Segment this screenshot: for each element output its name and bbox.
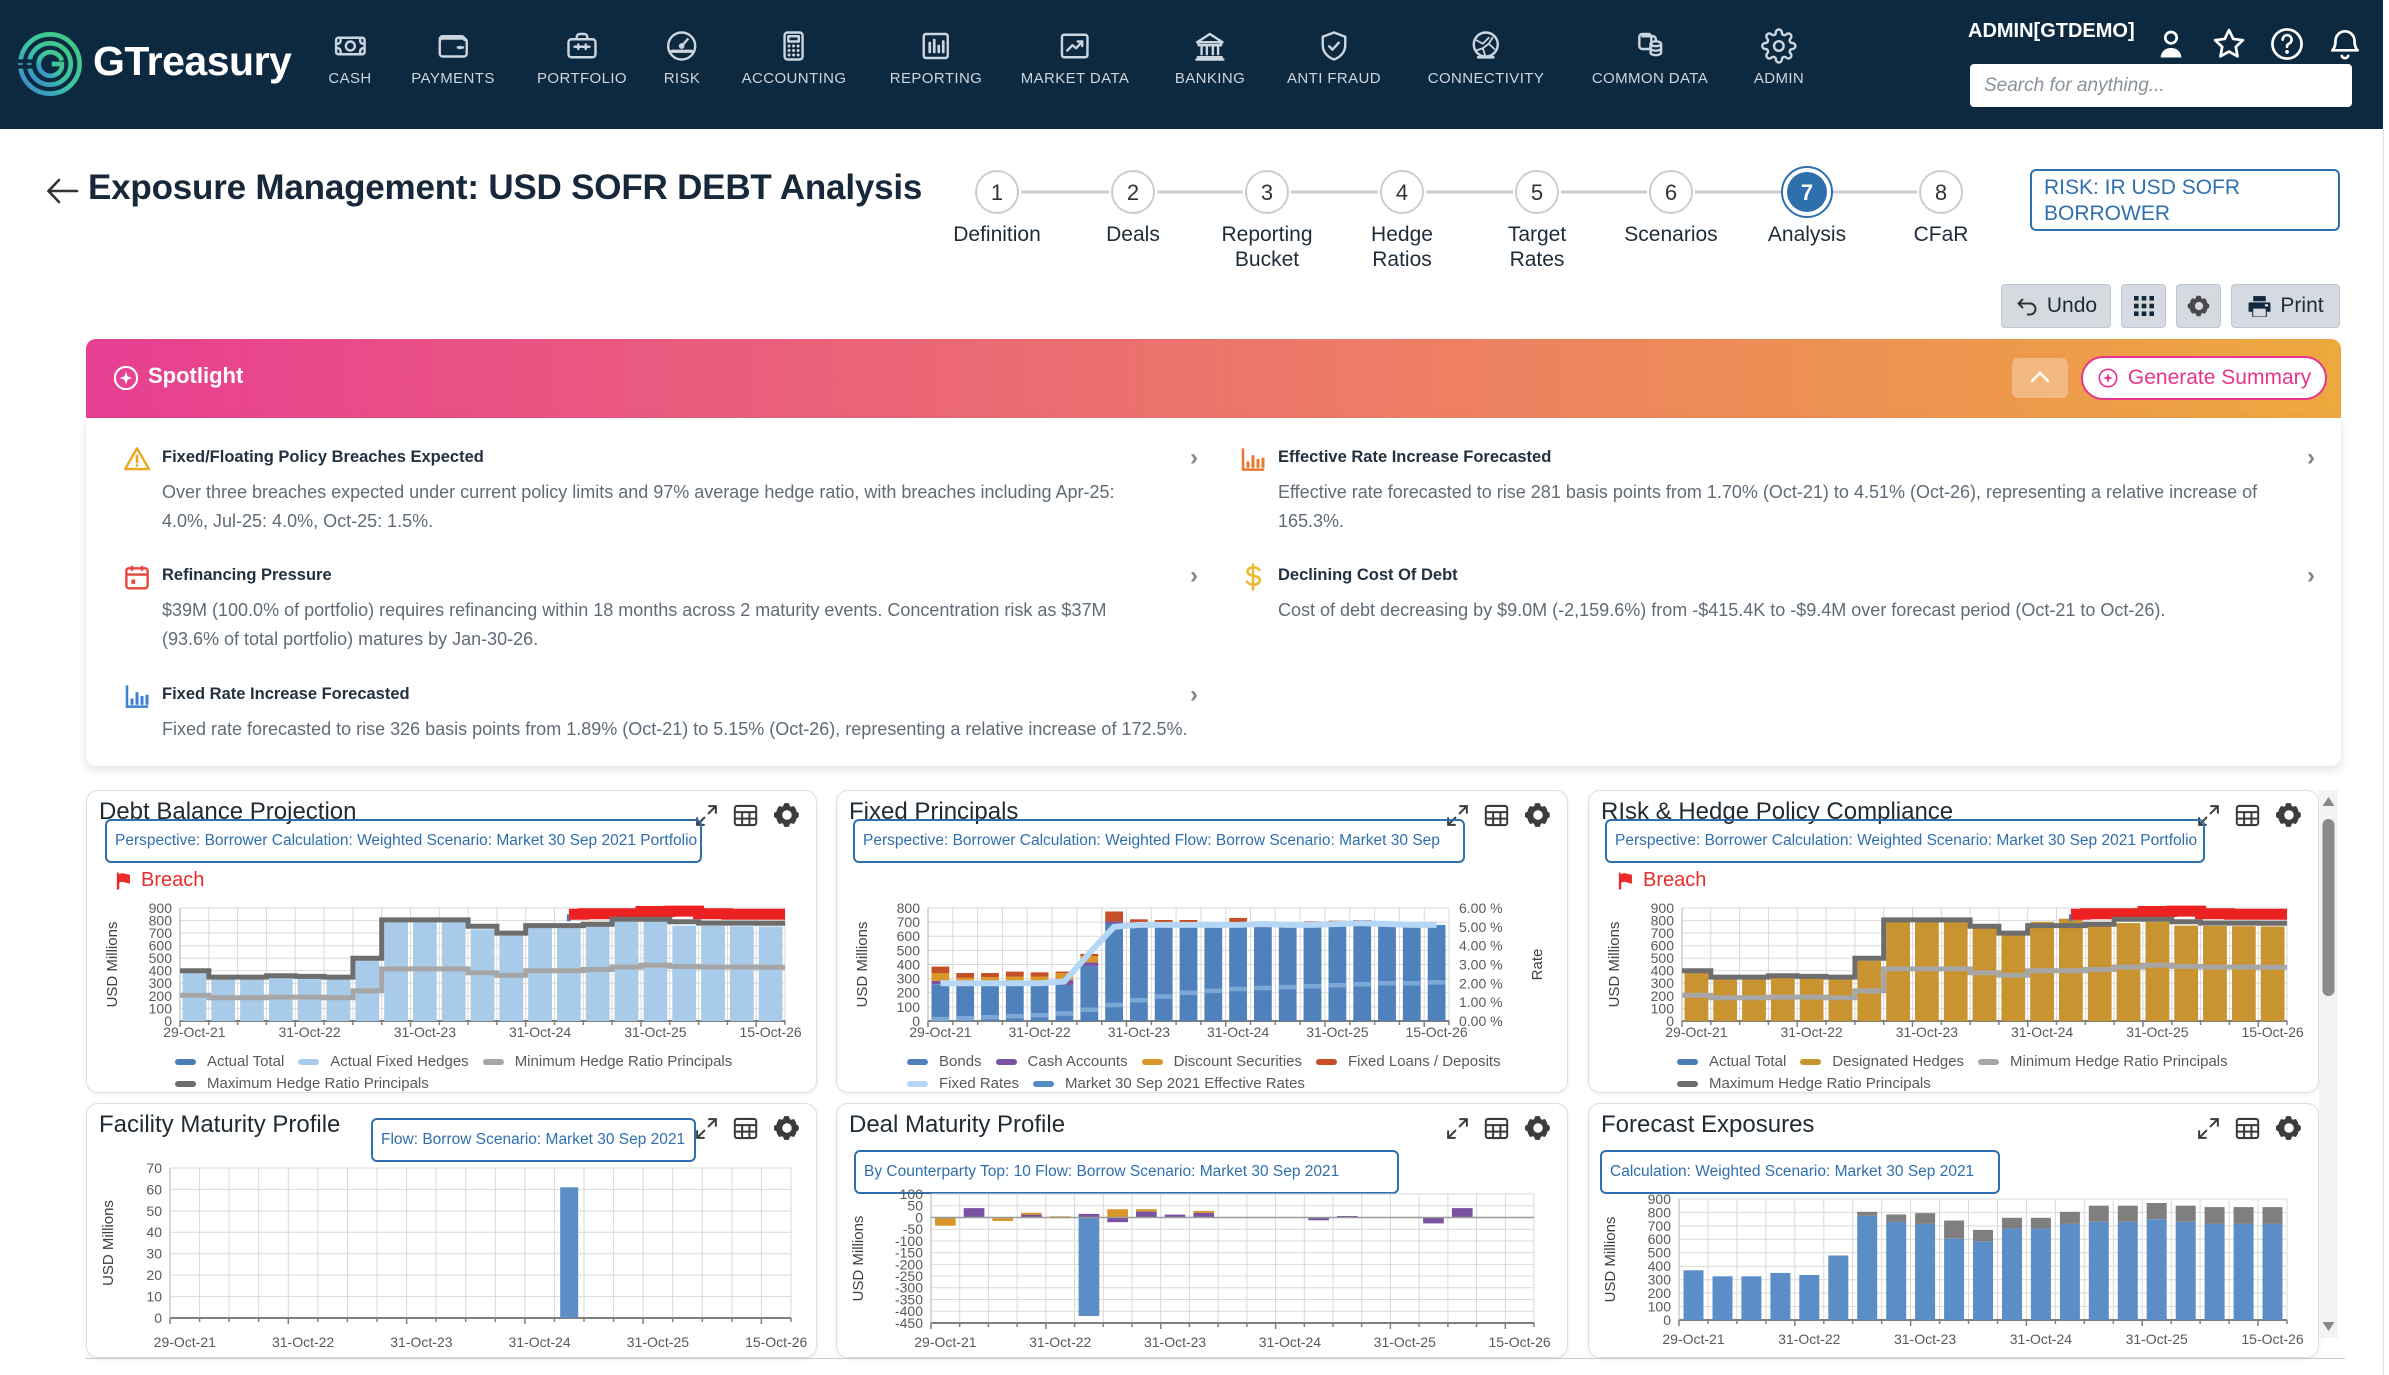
svg-text:60: 60	[146, 1181, 162, 1197]
svg-text:USD Millions: USD Millions	[1602, 1217, 1619, 1303]
svg-text:15-Oct-26: 15-Oct-26	[745, 1334, 807, 1350]
svg-text:31-Oct-25: 31-Oct-25	[1306, 1024, 1368, 1040]
svg-text:40: 40	[146, 1224, 162, 1240]
svg-text:15-Oct-26: 15-Oct-26	[1405, 1024, 1467, 1040]
svg-text:31-Oct-25: 31-Oct-25	[2126, 1331, 2188, 1347]
svg-text:7: 7	[1801, 180, 1813, 205]
svg-text:31-Oct-23: 31-Oct-23	[394, 1024, 456, 1040]
svg-text:31-Oct-23: 31-Oct-23	[1894, 1331, 1956, 1347]
svg-text:29-Oct-21: 29-Oct-21	[1665, 1024, 1727, 1040]
svg-text:6.00 %: 6.00 %	[1459, 900, 1503, 916]
svg-text:2: 2	[1127, 180, 1139, 205]
svg-text:500: 500	[897, 942, 921, 958]
svg-text:Rate: Rate	[1529, 949, 1546, 981]
svg-text:20: 20	[146, 1267, 162, 1283]
svg-text:1.00 %: 1.00 %	[1459, 994, 1503, 1010]
svg-text:15-Oct-26: 15-Oct-26	[2241, 1024, 2303, 1040]
svg-text:100: 100	[897, 999, 921, 1015]
svg-text:4.00 %: 4.00 %	[1459, 938, 1503, 954]
svg-text:50: 50	[146, 1203, 162, 1219]
svg-text:900: 900	[1651, 900, 1675, 916]
svg-text:15-Oct-26: 15-Oct-26	[2241, 1331, 2303, 1347]
svg-text:100: 100	[900, 1186, 924, 1202]
svg-text:31-Oct-22: 31-Oct-22	[1780, 1024, 1842, 1040]
svg-text:31-Oct-24: 31-Oct-24	[509, 1024, 571, 1040]
svg-text:800: 800	[897, 900, 921, 916]
svg-text:15-Oct-26: 15-Oct-26	[739, 1024, 801, 1040]
svg-text:2.00 %: 2.00 %	[1459, 975, 1503, 991]
svg-text:3.00 %: 3.00 %	[1459, 957, 1503, 973]
svg-text:29-Oct-21: 29-Oct-21	[154, 1334, 216, 1350]
svg-text:USD Millions: USD Millions	[850, 1216, 867, 1302]
svg-text:900: 900	[149, 900, 173, 916]
svg-text:900: 900	[1648, 1191, 1672, 1207]
svg-text:31-Oct-23: 31-Oct-23	[1144, 1334, 1206, 1350]
svg-text:3: 3	[1261, 180, 1273, 205]
svg-text:29-Oct-21: 29-Oct-21	[909, 1024, 971, 1040]
svg-text:30: 30	[146, 1246, 162, 1262]
svg-text:USD Millions: USD Millions	[854, 922, 871, 1008]
svg-text:10: 10	[146, 1288, 162, 1304]
svg-text:31-Oct-23: 31-Oct-23	[390, 1334, 452, 1350]
svg-text:5.00 %: 5.00 %	[1459, 919, 1503, 935]
svg-text:8: 8	[1935, 180, 1947, 205]
svg-text:31-Oct-23: 31-Oct-23	[1108, 1024, 1170, 1040]
svg-text:5: 5	[1531, 180, 1543, 205]
svg-text:200: 200	[897, 985, 921, 1001]
svg-text:31-Oct-22: 31-Oct-22	[272, 1334, 334, 1350]
svg-text:31-Oct-24: 31-Oct-24	[2011, 1024, 2073, 1040]
svg-text:31-Oct-25: 31-Oct-25	[624, 1024, 686, 1040]
svg-text:31-Oct-22: 31-Oct-22	[1008, 1024, 1070, 1040]
svg-text:0: 0	[154, 1310, 162, 1326]
svg-text:4: 4	[1396, 180, 1408, 205]
svg-text:29-Oct-21: 29-Oct-21	[1662, 1331, 1724, 1347]
svg-text:31-Oct-24: 31-Oct-24	[2010, 1331, 2072, 1347]
svg-text:USD Millions: USD Millions	[1606, 922, 1623, 1008]
svg-text:USD Millions: USD Millions	[100, 1200, 117, 1286]
svg-text:31-Oct-25: 31-Oct-25	[627, 1334, 689, 1350]
svg-text:USD Millions: USD Millions	[104, 922, 121, 1008]
svg-text:300: 300	[897, 971, 921, 987]
svg-text:31-Oct-25: 31-Oct-25	[2126, 1024, 2188, 1040]
svg-text:400: 400	[897, 956, 921, 972]
svg-text:31-Oct-22: 31-Oct-22	[278, 1024, 340, 1040]
svg-text:31-Oct-24: 31-Oct-24	[1207, 1024, 1269, 1040]
svg-text:600: 600	[897, 928, 921, 944]
svg-text:29-Oct-21: 29-Oct-21	[914, 1334, 976, 1350]
svg-text:29-Oct-21: 29-Oct-21	[163, 1024, 225, 1040]
svg-text:15-Oct-26: 15-Oct-26	[1488, 1334, 1550, 1350]
svg-text:31-Oct-24: 31-Oct-24	[1259, 1334, 1321, 1350]
svg-text:700: 700	[897, 914, 921, 930]
svg-text:1: 1	[991, 180, 1003, 205]
svg-text:70: 70	[146, 1160, 162, 1176]
svg-text:31-Oct-25: 31-Oct-25	[1374, 1334, 1436, 1350]
svg-text:31-Oct-22: 31-Oct-22	[1778, 1331, 1840, 1347]
svg-text:31-Oct-22: 31-Oct-22	[1029, 1334, 1091, 1350]
svg-text:6: 6	[1665, 180, 1677, 205]
svg-text:31-Oct-24: 31-Oct-24	[508, 1334, 570, 1350]
svg-text:31-Oct-23: 31-Oct-23	[1896, 1024, 1958, 1040]
